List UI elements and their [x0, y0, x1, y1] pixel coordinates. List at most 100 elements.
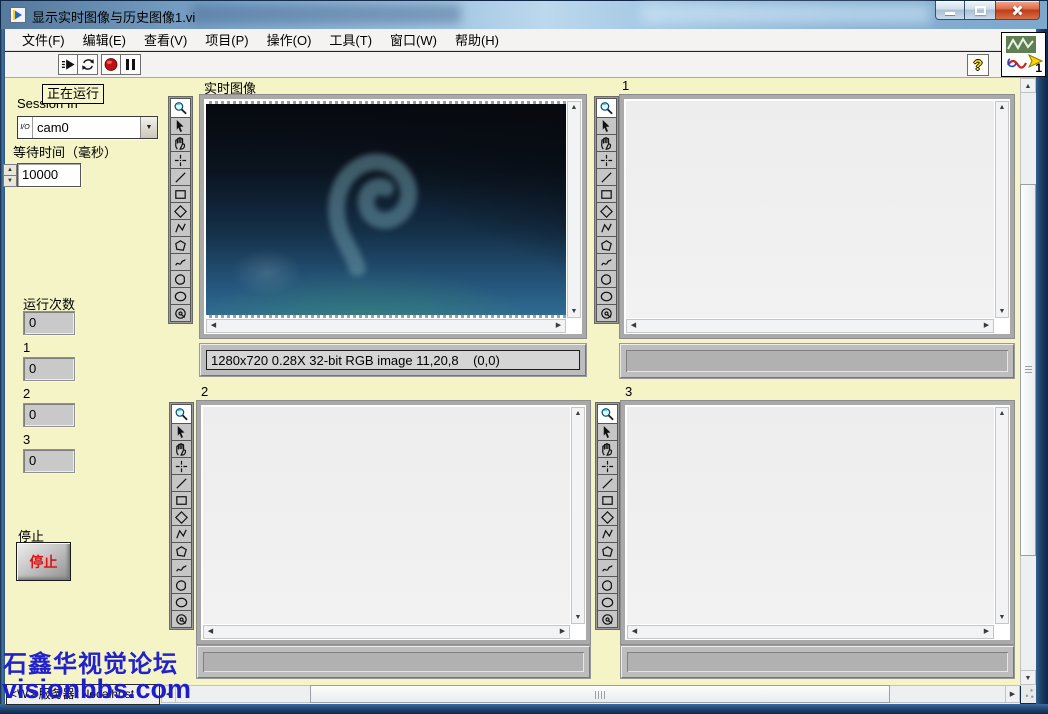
tool-rectangle-button[interactable]	[171, 492, 192, 509]
image-vertical-scrollbar[interactable]: ▲ ▼	[995, 101, 1009, 318]
tool-oval-button[interactable]	[170, 288, 191, 305]
scroll-up-icon[interactable]: ▲	[996, 102, 1008, 113]
tool-polyline-button[interactable]	[596, 220, 617, 237]
tool-line-button[interactable]	[596, 169, 617, 186]
tool-pan-button[interactable]	[596, 135, 617, 152]
tool-cursor-button[interactable]	[171, 424, 192, 441]
scroll-left-icon[interactable]: ◀	[628, 320, 639, 332]
tool-rectangle-button[interactable]	[596, 186, 617, 203]
menu-item-1[interactable]: 编辑(E)	[74, 28, 135, 51]
menu-item-3[interactable]: 项目(P)	[196, 28, 257, 51]
tool-polygon-button[interactable]	[171, 543, 192, 560]
session-in-value[interactable]: cam0	[33, 117, 140, 138]
tool-polygon-button[interactable]	[596, 237, 617, 254]
image-horizontal-scrollbar[interactable]: ◀ ▶	[627, 625, 994, 639]
scroll-down-icon[interactable]: ▼	[1020, 670, 1036, 685]
image-vertical-scrollbar[interactable]: ▲ ▼	[571, 407, 585, 624]
close-button[interactable]	[995, 1, 1040, 20]
scroll-right-icon[interactable]: ▶	[1005, 685, 1020, 703]
tool-rotated-rectangle-button[interactable]	[597, 509, 618, 526]
scroll-left-icon[interactable]: ◀	[205, 626, 216, 638]
tool-line-button[interactable]	[170, 169, 191, 186]
scroll-right-icon[interactable]: ▶	[557, 626, 568, 638]
scroll-up-icon[interactable]: ▲	[572, 408, 584, 419]
tool-oval-button[interactable]	[596, 288, 617, 305]
tool-oval-button[interactable]	[597, 594, 618, 611]
tool-cursor-button[interactable]	[596, 118, 617, 135]
resize-grip[interactable]	[1021, 685, 1036, 703]
image-vertical-scrollbar[interactable]: ▲ ▼	[995, 407, 1009, 624]
menu-item-5[interactable]: 工具(T)	[320, 28, 381, 51]
tool-polyline-button[interactable]	[171, 526, 192, 543]
scroll-down-icon[interactable]: ▼	[572, 612, 584, 623]
session-in-combo[interactable]: I/O cam0 ▼	[17, 116, 158, 139]
tool-freehand-region-button[interactable]	[170, 271, 191, 288]
image-horizontal-scrollbar[interactable]: ◀ ▶	[206, 319, 566, 333]
tool-rotated-rectangle-button[interactable]	[596, 203, 617, 220]
image-view-empty[interactable]	[203, 407, 570, 624]
tool-freehand-region-button[interactable]	[597, 577, 618, 594]
image-horizontal-scrollbar[interactable]: ◀ ▶	[626, 319, 994, 333]
menu-item-6[interactable]: 窗口(W)	[381, 28, 446, 51]
tool-point-button[interactable]	[171, 458, 192, 475]
tool-point-button[interactable]	[597, 458, 618, 475]
webcam-image[interactable]	[206, 104, 566, 315]
maximize-button[interactable]	[965, 1, 995, 20]
menu-item-0[interactable]: 文件(F)	[13, 28, 74, 51]
tool-polyline-button[interactable]	[170, 220, 191, 237]
scroll-up-icon[interactable]: ▲	[1020, 78, 1036, 93]
scroll-left-icon[interactable]: ◀	[208, 320, 219, 332]
title-bar[interactable]: 显示实时图像与历史图像1.vi	[1, 1, 1047, 29]
tool-cursor-button[interactable]	[597, 424, 618, 441]
tool-rectangle-button[interactable]	[597, 492, 618, 509]
tool-zoom-button[interactable]	[597, 404, 618, 424]
live-image-view[interactable]	[206, 101, 566, 318]
scroll-right-icon[interactable]: ▶	[981, 626, 992, 638]
tool-line-button[interactable]	[171, 475, 192, 492]
stop-button[interactable]: 停止	[16, 542, 71, 581]
tool-freehand-line-button[interactable]	[597, 560, 618, 577]
scroll-right-icon[interactable]: ▶	[981, 320, 992, 332]
image-horizontal-scrollbar[interactable]: ◀ ▶	[203, 625, 570, 639]
scroll-down-icon[interactable]: ▼	[996, 306, 1008, 317]
tool-freehand-line-button[interactable]	[170, 254, 191, 271]
horizontal-scrollbar-thumb[interactable]	[310, 685, 890, 703]
tool-freehand-line-button[interactable]	[171, 560, 192, 577]
scroll-down-icon[interactable]: ▼	[996, 612, 1008, 623]
menu-item-7[interactable]: 帮助(H)	[446, 28, 508, 51]
tool-annulus-button[interactable]	[170, 305, 191, 322]
tool-annulus-button[interactable]	[171, 611, 192, 628]
increment-button[interactable]: ▲	[3, 164, 17, 176]
tool-zoom-button[interactable]	[170, 98, 191, 118]
scroll-up-icon[interactable]: ▲	[996, 408, 1008, 419]
tool-pan-button[interactable]	[171, 441, 192, 458]
run-continuously-button[interactable]	[78, 54, 98, 75]
tool-cursor-button[interactable]	[170, 118, 191, 135]
image-view-empty[interactable]	[627, 407, 994, 624]
tool-freehand-region-button[interactable]	[171, 577, 192, 594]
tool-line-button[interactable]	[597, 475, 618, 492]
tool-polygon-button[interactable]	[170, 237, 191, 254]
menu-item-4[interactable]: 操作(O)	[258, 28, 321, 51]
tool-rectangle-button[interactable]	[170, 186, 191, 203]
scroll-down-icon[interactable]: ▼	[568, 306, 580, 317]
scroll-up-icon[interactable]: ▲	[568, 102, 580, 113]
tool-freehand-line-button[interactable]	[596, 254, 617, 271]
abort-button[interactable]	[101, 54, 121, 75]
tool-zoom-button[interactable]	[596, 98, 617, 118]
scroll-left-icon[interactable]: ◀	[629, 626, 640, 638]
vertical-scrollbar-thumb[interactable]	[1020, 184, 1036, 556]
scroll-right-icon[interactable]: ▶	[553, 320, 564, 332]
tool-polygon-button[interactable]	[597, 543, 618, 560]
pause-button[interactable]	[121, 54, 141, 75]
menu-item-2[interactable]: 查看(V)	[135, 28, 196, 51]
tool-polyline-button[interactable]	[597, 526, 618, 543]
tool-freehand-region-button[interactable]	[596, 271, 617, 288]
tool-oval-button[interactable]	[171, 594, 192, 611]
decrement-button[interactable]: ▼	[3, 176, 17, 187]
tool-point-button[interactable]	[170, 152, 191, 169]
image-vertical-scrollbar[interactable]: ▲ ▼	[567, 101, 581, 318]
tool-annulus-button[interactable]	[596, 305, 617, 322]
image-view-empty[interactable]	[626, 101, 994, 318]
tool-point-button[interactable]	[596, 152, 617, 169]
